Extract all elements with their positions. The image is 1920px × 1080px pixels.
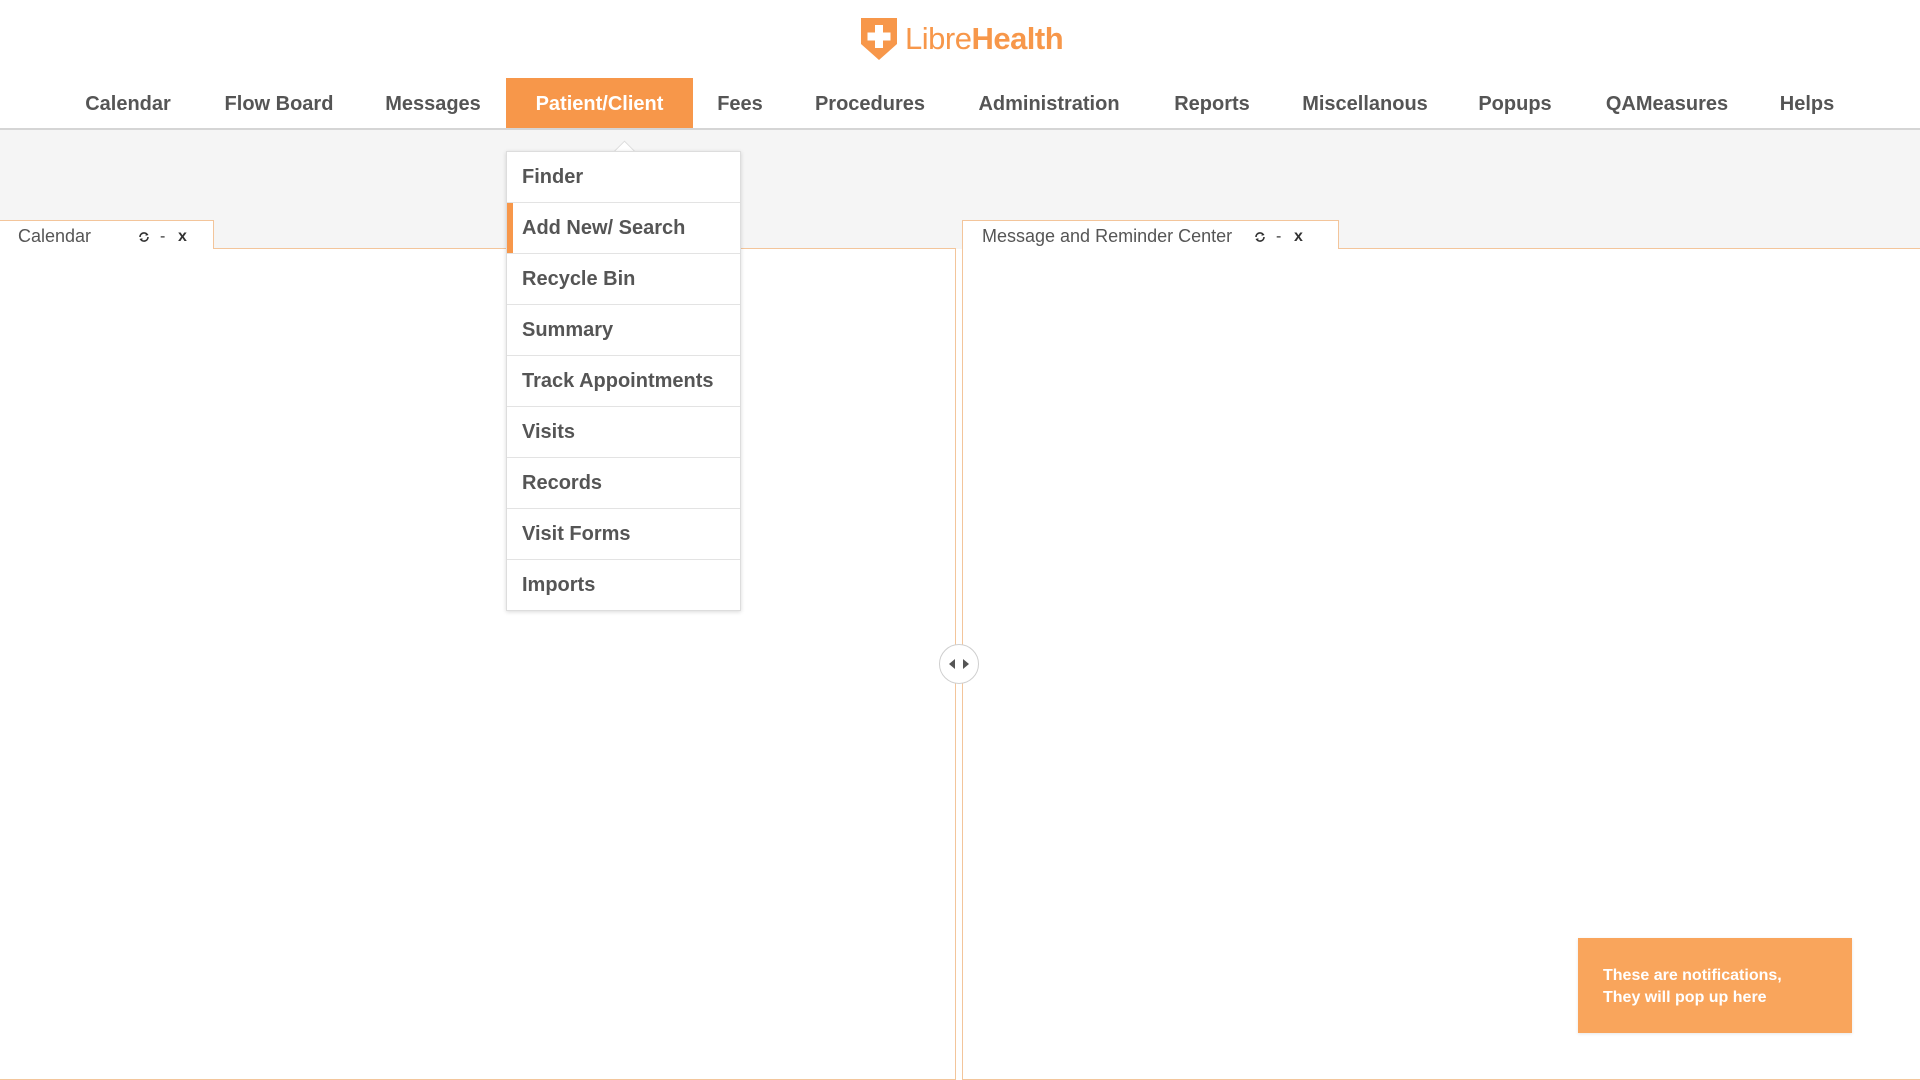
calendar-pane-tab[interactable]: Calendar - x	[0, 220, 214, 249]
menu-item-finder[interactable]: Finder	[507, 152, 740, 203]
calendar-pane	[0, 248, 956, 1080]
menu-item-track-appointments[interactable]: Track Appointments	[507, 356, 740, 407]
menu-item-add-new-search[interactable]: Add New/ Search	[507, 203, 740, 254]
refresh-icon[interactable]	[138, 221, 150, 252]
dropdown-caret	[612, 136, 636, 152]
notification-toast[interactable]: These are notifications, They will pop u…	[1578, 938, 1852, 1033]
minimize-button[interactable]: -	[160, 221, 165, 252]
nav-item-miscellanous[interactable]: Miscellanous	[1290, 78, 1440, 128]
calendar-pane-title: Calendar	[18, 226, 92, 246]
nav-item-calendar[interactable]: Calendar	[60, 78, 196, 128]
nav-item-reports[interactable]: Reports	[1160, 78, 1264, 128]
close-icon[interactable]: x	[178, 221, 187, 252]
nav-item-popups[interactable]: Popups	[1466, 78, 1564, 128]
close-icon[interactable]: x	[1294, 221, 1303, 252]
toolbar-area	[0, 130, 1920, 249]
nav-item-messages[interactable]: Messages	[364, 78, 502, 128]
brand-name: LibreHealth	[905, 18, 1064, 60]
message-reminder-pane-title: Message and Reminder Center	[982, 226, 1233, 246]
shield-cross-icon	[861, 18, 897, 60]
menu-item-visit-forms[interactable]: Visit Forms	[507, 509, 740, 560]
notification-line-1: These are notifications,	[1603, 967, 1782, 984]
pane-splitter-handle[interactable]	[939, 644, 979, 684]
nav-item-qameasures[interactable]: QAMeasures	[1592, 78, 1742, 128]
refresh-icon[interactable]	[1254, 221, 1266, 252]
menu-item-recycle-bin[interactable]: Recycle Bin	[507, 254, 740, 305]
nav-item-fees[interactable]: Fees	[700, 78, 780, 128]
brand-logo[interactable]: LibreHealth	[861, 18, 1064, 60]
menu-item-summary[interactable]: Summary	[507, 305, 740, 356]
nav-item-helps[interactable]: Helps	[1770, 78, 1844, 128]
brand-name-bold: Health	[971, 21, 1064, 56]
resize-arrows-icon	[949, 659, 969, 669]
notification-line-2: They will pop up here	[1603, 989, 1767, 1006]
nav-item-flow-board[interactable]: Flow Board	[204, 78, 354, 128]
message-reminder-pane-tab[interactable]: Message and Reminder Center - x	[962, 220, 1339, 249]
menu-item-records[interactable]: Records	[507, 458, 740, 509]
minimize-button[interactable]: -	[1276, 221, 1281, 252]
nav-item-administration[interactable]: Administration	[960, 78, 1138, 128]
patient-client-dropdown: Finder Add New/ Search Recycle Bin Summa…	[506, 151, 741, 611]
main-navigation: Calendar Flow Board Messages Patient/Cli…	[0, 78, 1920, 130]
brand-name-light: Libre	[905, 21, 972, 56]
nav-item-procedures[interactable]: Procedures	[800, 78, 940, 128]
menu-item-visits[interactable]: Visits	[507, 407, 740, 458]
menu-item-imports[interactable]: Imports	[507, 560, 740, 610]
nav-item-patient-client[interactable]: Patient/Client	[506, 78, 693, 128]
